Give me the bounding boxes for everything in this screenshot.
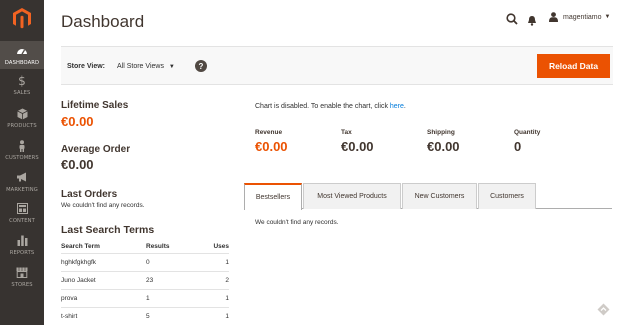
column-header-uses[interactable]: Uses	[201, 240, 229, 253]
results-cell: 5	[146, 306, 201, 325]
scroll-to-top-icon[interactable]	[597, 303, 610, 316]
uses-cell: 1	[201, 252, 229, 271]
last-search-terms-title: Last Search Terms	[61, 224, 155, 236]
chart-message-period: .	[403, 103, 406, 110]
average-order-label: Average Order	[61, 144, 131, 155]
chart-disabled-message: Chart is disabled. To enable the chart, …	[255, 103, 406, 110]
nav-marketing[interactable]: MARKETING	[0, 172, 44, 198]
results-cell: 0	[146, 252, 201, 271]
nav-sales[interactable]: $ SALES	[0, 75, 44, 101]
last-orders-title: Last Orders	[61, 189, 118, 200]
column-header-results[interactable]: Results	[146, 240, 201, 253]
bar-chart-icon	[17, 235, 28, 248]
nav-label: DASHBOARD	[4, 60, 40, 66]
store-switcher-bar: Store View: All Store Views ▼ ? Reload D…	[61, 46, 613, 85]
nav-label: CUSTOMERS	[5, 155, 39, 161]
last-search-terms-table: Search Term Results Uses hghkfgkhgfk 0 1…	[61, 240, 229, 325]
uses-cell: 2	[201, 270, 229, 289]
enable-chart-link[interactable]: here	[390, 103, 404, 110]
tab-customers[interactable]: Customers	[478, 183, 536, 209]
nav-label: STORES	[11, 282, 33, 288]
dollar-icon: $	[18, 74, 26, 88]
column-header-search-term[interactable]: Search Term	[61, 240, 146, 253]
magento-logo-icon	[13, 8, 31, 29]
bestsellers-empty-message: We couldn't find any records.	[255, 219, 339, 226]
revenue-value: €0.00	[255, 139, 288, 154]
results-cell: 1	[146, 288, 201, 307]
content-icon	[16, 203, 28, 216]
tab-bestsellers[interactable]: Bestsellers	[244, 183, 302, 210]
search-term-cell: t-shirt	[61, 306, 146, 325]
table-row[interactable]: Juno Jacket 23 2	[61, 270, 229, 289]
last-orders-empty-message: We couldn't find any records.	[61, 202, 145, 209]
admin-sidebar: DASHBOARD $ SALES PRODUCTS CUSTOMERS MAR…	[0, 0, 44, 325]
store-view-selected: All Store Views	[117, 63, 164, 70]
cube-icon	[16, 108, 28, 121]
nav-stores[interactable]: STORES	[0, 267, 44, 293]
chevron-down-icon: ▼	[168, 64, 175, 70]
quantity-label: Quantity	[514, 129, 541, 136]
search-term-cell: prova	[61, 288, 146, 307]
uses-cell: 1	[201, 306, 229, 325]
chevron-down-icon: ▼	[604, 14, 611, 20]
tab-most-viewed-products[interactable]: Most Viewed Products	[303, 183, 401, 209]
shipping-label: Shipping	[427, 129, 455, 136]
tax-label: Tax	[341, 129, 352, 136]
uses-cell: 1	[201, 288, 229, 307]
nav-products[interactable]: PRODUCTS	[0, 108, 44, 134]
megaphone-icon	[16, 172, 28, 185]
nav-customers[interactable]: CUSTOMERS	[0, 140, 44, 166]
quantity-value: 0	[514, 139, 522, 154]
store-view-label: Store View:	[67, 63, 105, 70]
reload-data-button[interactable]: Reload Data	[537, 54, 610, 78]
chart-disabled-text: Chart is disabled. To enable the chart, …	[255, 103, 390, 110]
nav-label: PRODUCTS	[7, 123, 37, 129]
dashboard-icon	[16, 45, 28, 58]
table-row[interactable]: t-shirt 5 1	[61, 306, 229, 325]
results-cell: 23	[146, 270, 201, 289]
user-icon	[549, 12, 558, 22]
person-icon	[18, 140, 26, 153]
tax-value: €0.00	[341, 139, 374, 154]
nav-dashboard[interactable]: DASHBOARD	[0, 41, 44, 69]
notifications-bell-icon[interactable]	[527, 13, 537, 26]
user-name: magentiamo	[563, 13, 602, 21]
nav-label: REPORTS	[9, 250, 35, 256]
search-term-cell: hghkfgkhgfk	[61, 252, 146, 271]
store-icon	[16, 267, 28, 280]
lifetime-sales-value: €0.00	[61, 114, 94, 129]
dashboard-tabs: Bestsellers Most Viewed Products New Cus…	[244, 183, 612, 210]
average-order-value: €0.00	[61, 157, 94, 172]
tab-new-customers[interactable]: New Customers	[402, 183, 477, 209]
search-term-cell: Juno Jacket	[61, 270, 146, 289]
nav-content[interactable]: CONTENT	[0, 203, 44, 229]
nav-label: CONTENT	[9, 218, 35, 224]
store-view-dropdown[interactable]: All Store Views ▼	[117, 63, 175, 70]
help-icon[interactable]: ?	[195, 60, 207, 72]
search-icon[interactable]	[506, 12, 518, 25]
lifetime-sales-label: Lifetime Sales	[61, 100, 129, 111]
table-row[interactable]: prova 1 1	[61, 288, 229, 307]
nav-reports[interactable]: REPORTS	[0, 235, 44, 261]
nav-label: MARKETING	[6, 187, 38, 193]
page-title: Dashboard	[61, 12, 145, 31]
user-account-menu[interactable]: magentiamo ▼	[549, 12, 610, 22]
magento-logo[interactable]	[0, 0, 44, 36]
shipping-value: €0.00	[427, 139, 460, 154]
nav-label: SALES	[13, 90, 31, 96]
table-row[interactable]: hghkfgkhgfk 0 1	[61, 252, 229, 271]
revenue-label: Revenue	[255, 129, 283, 136]
